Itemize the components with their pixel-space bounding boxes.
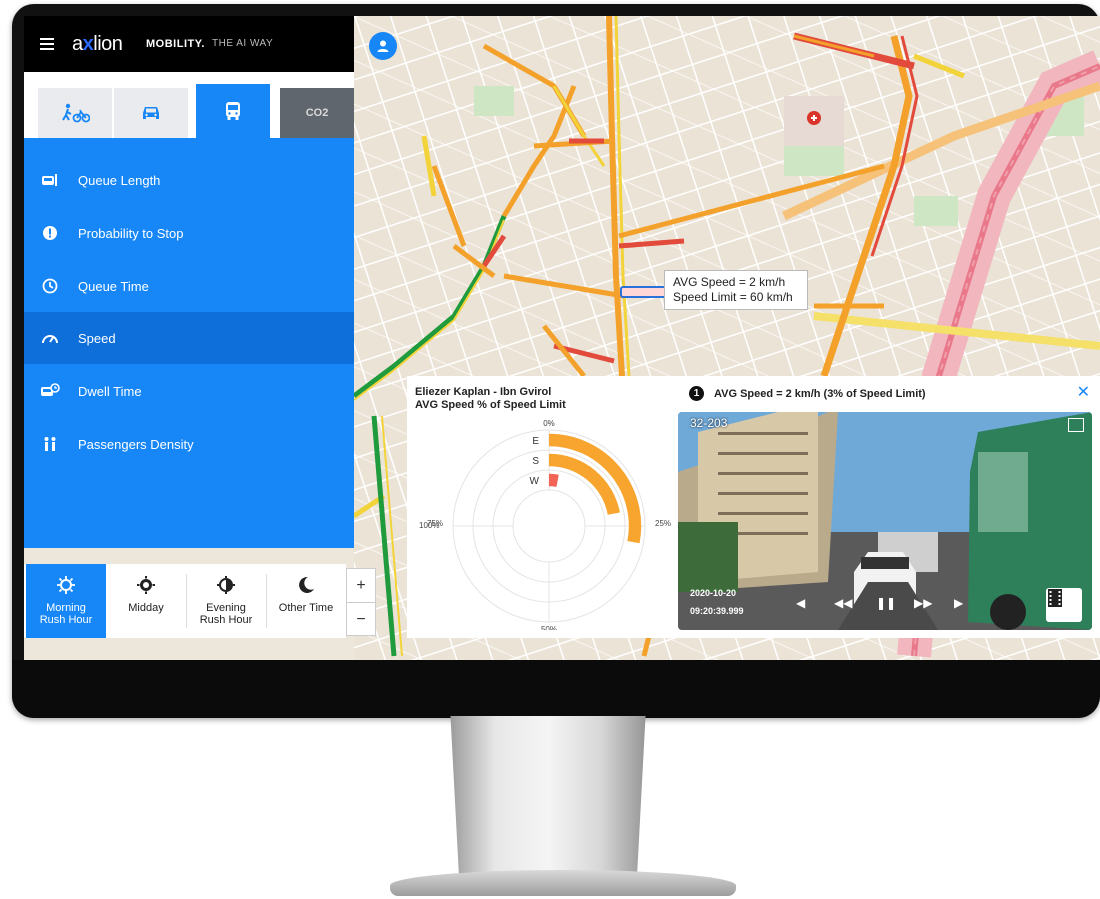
- zoom-control: + −: [346, 568, 376, 636]
- bus-icon: [226, 102, 240, 120]
- pause-icon[interactable]: ❚❚: [876, 596, 896, 610]
- dashcam-video[interactable]: 32-203 2020-10-20 09:20:39.999 ◀ ◀◀ ❚❚ ▶…: [678, 412, 1092, 630]
- grid-ring: [512, 489, 586, 563]
- tick-label: 0%: [543, 420, 555, 428]
- hamburger-menu-icon[interactable]: [40, 38, 54, 50]
- category-label-s: S: [532, 456, 539, 467]
- tooltip-speed-limit: Speed Limit = 60 km/h: [673, 290, 793, 304]
- alert-icon: [40, 225, 60, 241]
- radial-bar-w: [548, 473, 559, 487]
- sun-icon: [56, 574, 76, 596]
- rewind-icon[interactable]: ◀◀: [834, 596, 852, 610]
- fast-forward-icon[interactable]: ▶▶: [914, 596, 932, 610]
- app-screen: AVG Speed = 2 km/h Speed Limit = 60 km/h…: [24, 16, 1100, 660]
- radial-speed-chart: ESW0%25%50%75%100%: [419, 420, 671, 630]
- tab-car[interactable]: [114, 88, 188, 138]
- monitor-chin: [12, 660, 1100, 718]
- zoom-in-button[interactable]: +: [347, 569, 375, 603]
- chart-title-segment: Eliezer Kaplan - Ibn Gvirol: [415, 386, 552, 398]
- half-sun-icon: [216, 574, 236, 596]
- tooltip-avg-speed: AVG Speed = 2 km/h: [673, 275, 786, 289]
- fullscreen-icon[interactable]: [1068, 418, 1084, 432]
- category-label-e: E: [532, 436, 539, 447]
- time-evening-rush-hour[interactable]: Evening Rush Hour: [186, 564, 266, 638]
- menu-item-probability-to-stop[interactable]: Probability to Stop: [24, 207, 354, 259]
- pedestrian-bike-icon: [62, 103, 90, 123]
- time-other-time[interactable]: Other Time: [266, 564, 346, 638]
- time-midday[interactable]: Midday: [106, 564, 186, 638]
- menu-item-passengers-density[interactable]: Passengers Density: [24, 418, 354, 470]
- next-icon[interactable]: ▶: [954, 596, 963, 610]
- monitor-stand-base: [390, 870, 736, 896]
- passengers-icon: [40, 436, 60, 452]
- user-icon: [377, 40, 389, 52]
- monitor-stand-neck: [450, 716, 646, 876]
- menu-item-label: Probability to Stop: [78, 225, 184, 241]
- menu-item-label: Dwell Time: [78, 383, 142, 399]
- tick-label: 25%: [655, 519, 671, 528]
- video-number-badge: 1: [689, 386, 704, 401]
- video-title: AVG Speed = 2 km/h (3% of Speed Limit): [714, 387, 926, 400]
- time-period-bar: Morning Rush Hour Midday Evening Rush Ho…: [24, 564, 346, 638]
- chart-title-metric: AVG Speed % of Speed Limit: [415, 399, 566, 411]
- zoom-out-button[interactable]: −: [347, 603, 375, 636]
- tab-bus[interactable]: [196, 84, 270, 138]
- bus-stop-icon: [40, 383, 60, 399]
- brand-text: MOBILITY.: [146, 38, 205, 50]
- user-avatar[interactable]: [369, 32, 397, 60]
- segment-tooltip: AVG Speed = 2 km/h Speed Limit = 60 km/h: [664, 270, 808, 310]
- time-morning-rush-hour[interactable]: Morning Rush Hour: [26, 564, 106, 638]
- menu-item-label: Queue Time: [78, 278, 149, 294]
- selected-segment-marker[interactable]: [620, 286, 668, 298]
- queue-length-icon: [40, 173, 60, 187]
- car-icon: [143, 107, 159, 119]
- clock-icon: [40, 278, 60, 294]
- category-label-w: W: [530, 476, 540, 487]
- menu-item-speed[interactable]: Speed: [24, 312, 354, 364]
- film-strip-icon[interactable]: [1046, 588, 1082, 622]
- tab-co2[interactable]: CO2: [280, 88, 354, 138]
- previous-icon[interactable]: ◀: [796, 596, 805, 610]
- video-camera-id: 32-203: [690, 416, 728, 430]
- video-date: 2020-10-20: [690, 588, 737, 598]
- tick-label: 100%: [419, 521, 439, 530]
- menu-item-queue-length[interactable]: Queue Length: [24, 154, 354, 206]
- tab-pedestrian-bike[interactable]: [38, 88, 112, 138]
- chart-title: Eliezer Kaplan - Ibn Gvirol AVG Speed % …: [415, 386, 566, 412]
- metrics-menu: Queue Length Probability to Stop Queue T…: [24, 138, 354, 548]
- tick-label: 50%: [541, 625, 557, 630]
- sun-full-icon: [136, 574, 156, 596]
- tagline: THE AI WAY: [212, 38, 274, 49]
- segment-info-panel: Eliezer Kaplan - Ibn Gvirol AVG Speed % …: [407, 376, 1100, 638]
- top-bar: axlion MOBILITY. THE AI WAY: [24, 16, 354, 72]
- menu-item-dwell-time[interactable]: Dwell Time: [24, 365, 354, 417]
- moon-icon: [296, 574, 316, 596]
- video-header: 1 AVG Speed = 2 km/h (3% of Speed Limit): [689, 386, 926, 401]
- mode-tabs: CO2: [24, 72, 354, 138]
- co2-label: CO2: [305, 107, 329, 119]
- speedometer-icon: [40, 331, 60, 345]
- menu-item-label: Queue Length: [78, 172, 161, 188]
- menu-item-label: Passengers Density: [78, 436, 194, 452]
- close-panel-button[interactable]: ✕: [1077, 382, 1090, 402]
- logo: axlion: [72, 33, 123, 55]
- menu-item-queue-time[interactable]: Queue Time: [24, 260, 354, 312]
- video-timestamp: 09:20:39.999: [690, 606, 744, 616]
- menu-item-label: Speed: [78, 330, 116, 346]
